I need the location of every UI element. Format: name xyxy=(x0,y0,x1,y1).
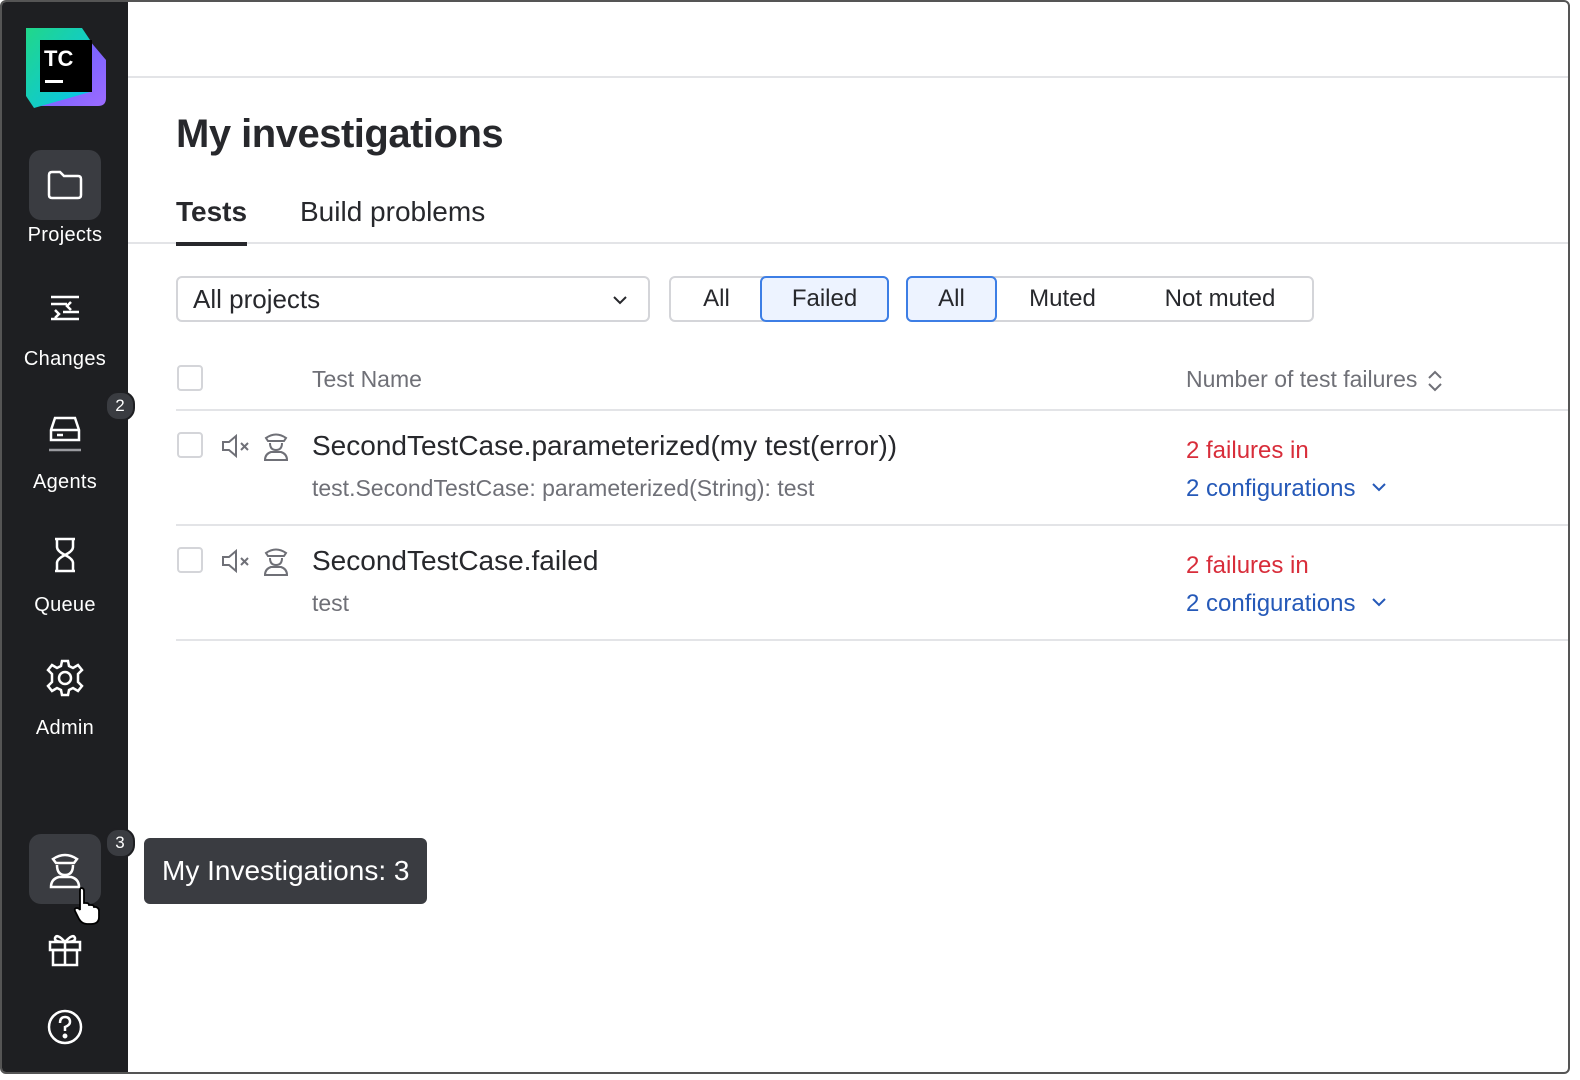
sidebar-item-projects[interactable]: Projects xyxy=(2,150,128,247)
row-checkbox[interactable] xyxy=(177,432,203,458)
sidebar-item-investigations[interactable]: 3 xyxy=(2,828,135,904)
sidebar-item-whats-new[interactable] xyxy=(2,926,128,972)
configurations-label: 2 configurations xyxy=(1186,590,1356,617)
project-select-value: All projects xyxy=(193,284,321,314)
tab-tests[interactable]: Tests xyxy=(176,196,248,246)
configurations-link[interactable]: 2 configurations xyxy=(1186,590,1388,618)
failure-count: 2 failures in xyxy=(1186,552,1309,579)
logo-text: TC xyxy=(44,46,73,71)
column-header-failures[interactable]: Number of test failures xyxy=(1186,366,1444,393)
sidebar-item-label: Agents xyxy=(32,471,98,493)
test-name[interactable]: SecondTestCase.parameterized(my test(err… xyxy=(312,430,897,462)
chevron-down-icon xyxy=(613,296,627,305)
chevron-down-icon xyxy=(1372,483,1386,492)
sidebar-item-help[interactable] xyxy=(2,1004,128,1050)
mute-filter-not-muted[interactable]: Not muted xyxy=(1130,278,1310,320)
sidebar: TC Projects Changes 2 Agents Queue Admin… xyxy=(2,2,135,1072)
tab-build-problems[interactable]: Build problems xyxy=(300,196,485,242)
page-title: My investigations xyxy=(176,112,504,156)
tab-bar: Tests Build problems xyxy=(128,182,1568,246)
sort-icon xyxy=(1428,370,1442,392)
column-header-test-name[interactable]: Test Name xyxy=(312,366,422,393)
investigator-icon[interactable] xyxy=(262,545,290,577)
configurations-link[interactable]: 2 configurations xyxy=(1186,475,1388,503)
sidebar-item-label: Changes xyxy=(23,348,107,370)
mute-filter-muted[interactable]: Muted xyxy=(995,278,1130,320)
agents-badge: 2 xyxy=(105,391,135,421)
investigator-icon[interactable] xyxy=(262,430,290,462)
sidebar-item-label: Admin xyxy=(35,717,95,739)
app-window: TC Projects Changes 2 Agents Queue Admin… xyxy=(0,0,1570,1074)
hourglass-icon xyxy=(55,537,75,573)
mute-filter-all[interactable]: All xyxy=(906,276,997,322)
project-select[interactable]: All projects xyxy=(176,276,650,322)
investigations-tooltip: My Investigations: 3 xyxy=(144,838,428,904)
sidebar-item-admin[interactable]: Admin xyxy=(2,643,128,740)
changes-icon xyxy=(51,295,79,321)
mute-icon[interactable] xyxy=(220,547,254,575)
test-path: test.SecondTestCase: parameterized(Strin… xyxy=(312,475,815,501)
gift-icon xyxy=(48,934,82,967)
test-name[interactable]: SecondTestCase.failed xyxy=(312,545,598,577)
column-header-failures-label: Number of test failures xyxy=(1186,366,1418,392)
hand-cursor-icon xyxy=(73,887,100,925)
agents-icon xyxy=(49,416,81,452)
chevron-down-icon xyxy=(1372,598,1386,607)
mute-icon[interactable] xyxy=(220,432,254,460)
divider xyxy=(176,524,1568,526)
configurations-label: 2 configurations xyxy=(1186,475,1356,502)
investigator-icon xyxy=(49,853,81,889)
divider xyxy=(176,409,1568,411)
test-path: test xyxy=(312,590,350,616)
status-filter: All Failed xyxy=(669,276,889,322)
status-filter-all[interactable]: All xyxy=(671,278,762,320)
divider xyxy=(176,639,1568,641)
help-icon xyxy=(47,1009,83,1045)
investigations-badge: 3 xyxy=(105,828,135,858)
status-filter-failed[interactable]: Failed xyxy=(760,276,889,322)
sidebar-item-queue[interactable]: Queue xyxy=(2,520,128,617)
teamcity-logo[interactable]: TC xyxy=(24,26,106,108)
gear-icon xyxy=(46,659,84,697)
select-all-checkbox[interactable] xyxy=(177,365,203,391)
row-checkbox[interactable] xyxy=(177,547,203,573)
sidebar-item-changes[interactable]: Changes xyxy=(2,274,128,371)
sidebar-item-label: Queue xyxy=(34,594,96,616)
mute-filter: All Muted Not muted xyxy=(906,276,1314,322)
sidebar-item-agents[interactable]: 2 Agents xyxy=(2,391,135,494)
failure-count: 2 failures in xyxy=(1186,437,1309,464)
sidebar-item-label: Projects xyxy=(27,224,103,246)
folder-icon xyxy=(47,170,83,200)
top-bar xyxy=(128,2,1568,78)
